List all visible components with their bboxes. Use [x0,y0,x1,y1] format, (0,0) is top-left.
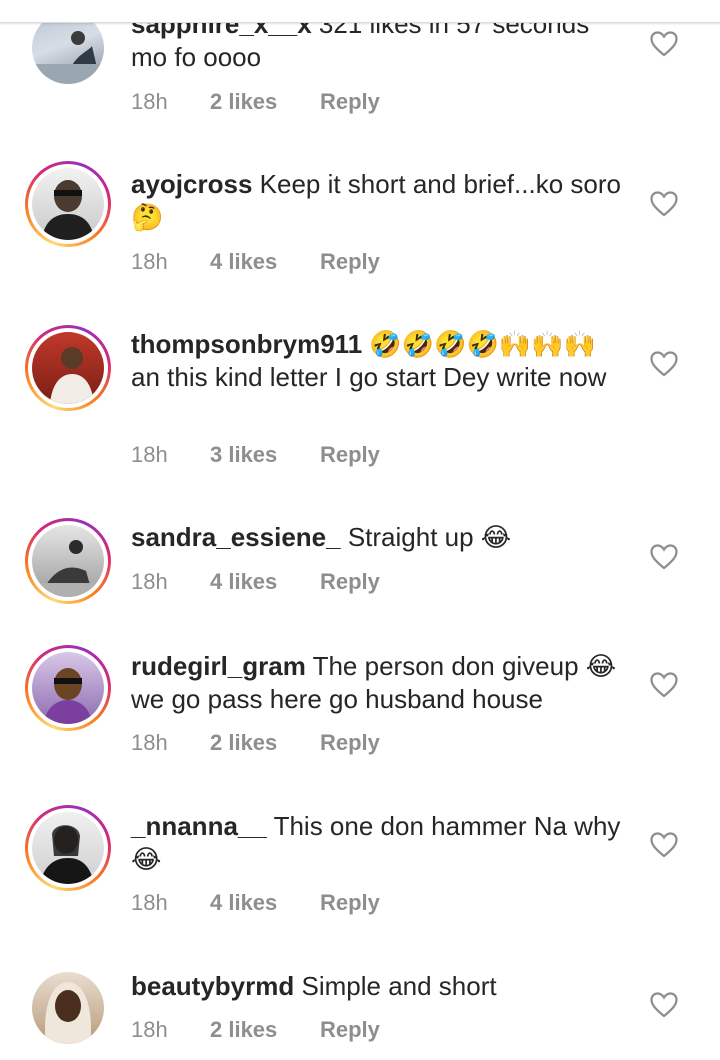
comment-likes[interactable]: 4 likes [210,890,320,916]
comment-time: 18h [131,442,168,467]
avatar[interactable] [25,805,111,891]
comment-meta: 18h 4 likes Reply [131,569,380,595]
heart-outline-icon[interactable] [650,351,678,377]
comment-meta: 18h 4 likes Reply [131,249,380,275]
comment-meta: 18h 2 likes Reply [131,730,380,756]
heart-outline-icon[interactable] [650,31,678,57]
comment-likes[interactable]: 2 likes [210,730,320,756]
comment-text: thompsonbrym911 🤣🤣🤣🤣🙌🙌🙌 an this kind let… [131,328,631,394]
comment-username[interactable]: sandra_essiene_ [131,522,341,552]
comment-body: Simple and short [301,971,497,1001]
top-bar [0,0,720,23]
heart-outline-icon[interactable] [650,544,678,570]
comment-time: 18h [131,890,168,915]
reply-button[interactable]: Reply [320,89,380,115]
heart-outline-icon[interactable] [650,191,678,217]
reply-button[interactable]: Reply [320,569,380,595]
comment-meta: 18h 2 likes Reply [131,1017,380,1043]
comment-meta: 18h 4 likes Reply [131,890,380,916]
comment-username[interactable]: ayojcross [131,169,252,199]
comment-time: 18h [131,730,168,755]
comment-meta: 18h 2 likes Reply [131,89,380,115]
comment-username[interactable]: thompsonbrym911 [131,329,362,359]
reply-button[interactable]: Reply [320,442,380,468]
comment-time: 18h [131,249,168,274]
comment-text: beautybyrmd Simple and short [131,970,631,1003]
comment-meta: 18h 3 likes Reply [131,442,380,468]
comment-username[interactable]: _nnanna__ [131,811,267,841]
comment-likes[interactable]: 3 likes [210,442,320,468]
reply-button[interactable]: Reply [320,730,380,756]
comment-text: sandra_essiene_ Straight up 😂 [131,521,631,554]
heart-outline-icon[interactable] [650,832,678,858]
comment-likes[interactable]: 2 likes [210,89,320,115]
avatar[interactable] [25,518,111,604]
reply-button[interactable]: Reply [320,890,380,916]
avatar[interactable] [25,325,111,411]
reply-button[interactable]: Reply [320,1017,380,1043]
comment-text: _nnanna__ This one don hammer Na why 😂 [131,810,631,876]
comment-body: Straight up 😂 [347,522,512,552]
comment-time: 18h [131,1017,168,1042]
comment-time: 18h [131,89,168,114]
heart-outline-icon[interactable] [650,992,678,1018]
comment-time: 18h [131,569,168,594]
comment-likes[interactable]: 2 likes [210,1017,320,1043]
reply-button[interactable]: Reply [320,249,380,275]
comment-username[interactable]: beautybyrmd [131,971,294,1001]
heart-outline-icon[interactable] [650,672,678,698]
comment-text: rudegirl_gram The person don giveup 😂we … [131,650,631,716]
avatar[interactable] [25,965,111,1051]
avatar[interactable] [25,161,111,247]
comment-likes[interactable]: 4 likes [210,249,320,275]
avatar[interactable] [25,645,111,731]
comment-username[interactable]: rudegirl_gram [131,651,306,681]
comment-likes[interactable]: 4 likes [210,569,320,595]
comment-text: ayojcross Keep it short and brief...ko s… [131,168,631,234]
